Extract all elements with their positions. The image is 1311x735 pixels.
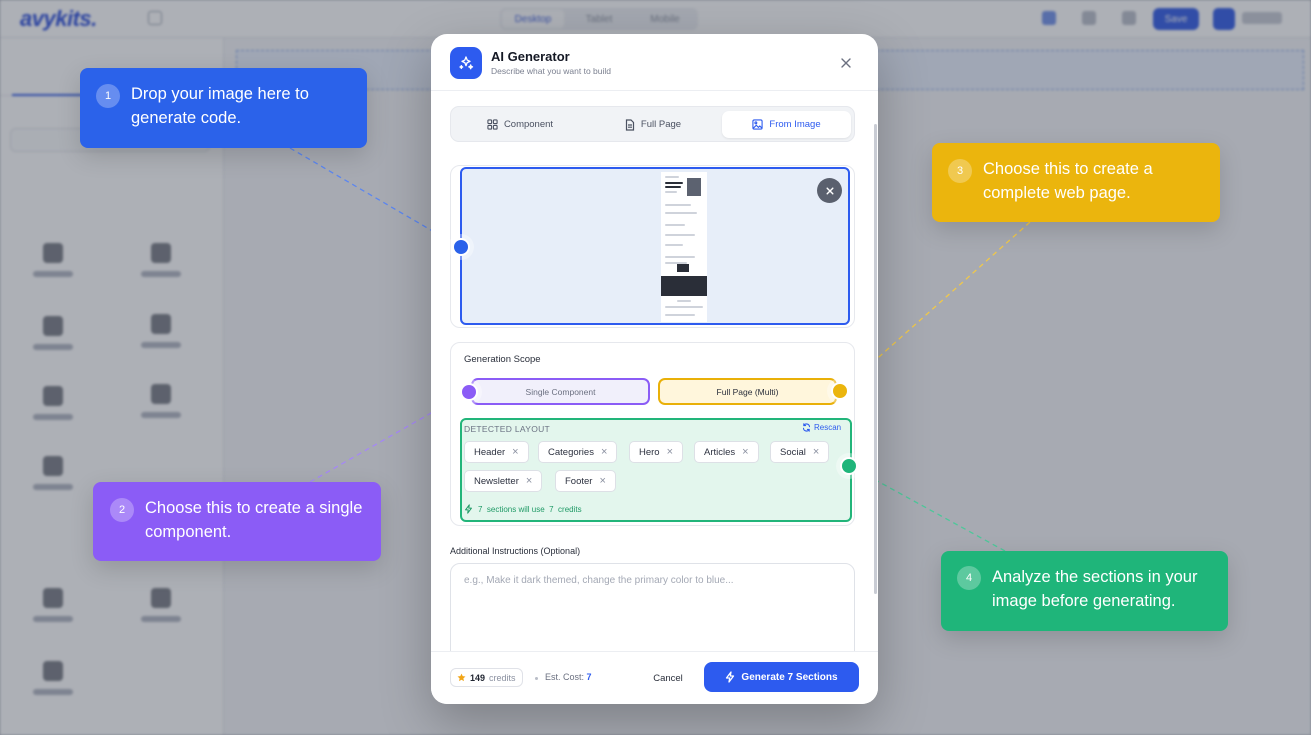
- mode-tabs: Component Full Page From Image: [450, 106, 855, 142]
- uploaded-image-preview: [661, 172, 707, 322]
- section-chip-articles: Articles ×: [694, 441, 759, 463]
- scope-single-component-button[interactable]: Single Component: [471, 378, 650, 405]
- close-icon: [841, 58, 851, 68]
- cancel-button[interactable]: Cancel: [637, 667, 699, 689]
- rescan-button[interactable]: Rescan: [802, 423, 841, 432]
- modal-subtitle: Describe what you want to build: [491, 66, 612, 76]
- credits-note-text: 7 sections will use 7 credits: [478, 504, 582, 514]
- remove-chip-icon[interactable]: ×: [599, 475, 605, 487]
- remove-image-button[interactable]: [817, 178, 842, 203]
- callout-text: Analyze the sections in your image befor…: [992, 568, 1198, 610]
- callout-analyze-sections: 4 Analyze the sections in your image bef…: [941, 551, 1228, 631]
- close-icon: [825, 186, 834, 195]
- tab-component-label: Component: [503, 119, 554, 130]
- est-cost-value: 7: [586, 672, 592, 682]
- callout-number: 4: [957, 566, 981, 590]
- estimated-cost: Est. Cost: 7: [545, 672, 592, 682]
- lightning-icon: [465, 504, 472, 514]
- image-icon: [752, 119, 764, 130]
- tab-from-image-label: From Image: [769, 119, 821, 130]
- section-chip-newsletter: Newsletter ×: [464, 470, 543, 492]
- ai-generator-modal: AI Generator Describe what you want to b…: [431, 34, 878, 704]
- section-chip-header: Header ×: [464, 441, 529, 463]
- instructions-textarea[interactable]: [450, 563, 855, 663]
- callout-number: 1: [96, 84, 120, 108]
- generate-label: Generate 7 Sections: [741, 671, 838, 683]
- credits-unit: credits: [489, 672, 516, 683]
- section-chip-social: Social ×: [770, 441, 830, 463]
- chip-label: Hero: [639, 446, 660, 458]
- star-icon: [457, 673, 466, 682]
- callout-text: Choose this to create a single component…: [145, 499, 363, 541]
- generation-scope-label: Generation Scope: [464, 354, 541, 365]
- modal-scrollbar[interactable]: [874, 124, 877, 594]
- remove-chip-icon[interactable]: ×: [512, 446, 518, 458]
- remove-chip-icon[interactable]: ×: [526, 475, 532, 487]
- remove-chip-icon[interactable]: ×: [742, 446, 748, 458]
- callout-single-component: 2 Choose this to create a single compone…: [93, 482, 381, 561]
- callout-text: Drop your image here to generate code.: [131, 85, 309, 127]
- callout-text: Choose this to create a complete web pag…: [983, 160, 1153, 202]
- chip-label: Articles: [704, 446, 736, 458]
- credits-balance: 149 credits: [450, 668, 523, 687]
- pin-marker-2: [460, 383, 478, 401]
- image-drop-zone[interactable]: [460, 167, 850, 325]
- pin-marker-4: [840, 457, 858, 475]
- modal-header: AI Generator Describe what you want to b…: [431, 34, 878, 91]
- modal-title: AI Generator: [491, 49, 570, 64]
- lightning-icon: [726, 671, 735, 683]
- modal-footer: 149 credits Est. Cost: 7 Cancel Generate…: [431, 651, 878, 704]
- chip-label: Header: [474, 446, 506, 458]
- tab-from-image[interactable]: From Image: [722, 111, 851, 138]
- separator-dot: [535, 677, 538, 680]
- credits-value: 149: [470, 672, 486, 683]
- callout-full-page: 3 Choose this to create a complete web p…: [932, 143, 1220, 222]
- rescan-label: Rescan: [814, 423, 842, 432]
- generate-button[interactable]: Generate 7 Sections: [704, 662, 859, 692]
- est-cost-label: Est. Cost:: [545, 672, 585, 682]
- component-grid-icon: [487, 119, 498, 130]
- tab-full-page[interactable]: Full Page: [588, 111, 718, 138]
- chip-label: Newsletter: [474, 475, 519, 487]
- chip-label: Footer: [565, 475, 593, 487]
- remove-chip-icon[interactable]: ×: [813, 446, 819, 458]
- section-chip-categories: Categories ×: [538, 441, 618, 463]
- tab-full-page-label: Full Page: [640, 119, 682, 130]
- section-chip-footer: Footer ×: [555, 470, 616, 492]
- detected-layout-title: DETECTED LAYOUT: [464, 424, 551, 434]
- remove-chip-icon[interactable]: ×: [601, 446, 607, 458]
- pin-marker-3: [831, 382, 849, 400]
- close-button[interactable]: [837, 54, 855, 72]
- remove-chip-icon[interactable]: ×: [667, 446, 673, 458]
- callout-drop-image: 1 Drop your image here to generate code.: [80, 68, 367, 148]
- scope-full-page-button[interactable]: Full Page (Multi): [658, 378, 837, 405]
- chip-label: Categories: [548, 446, 594, 458]
- instructions-label: Additional Instructions (Optional): [450, 546, 581, 556]
- callout-number: 3: [948, 159, 972, 183]
- pin-marker-1: [452, 238, 470, 256]
- section-chip-hero: Hero ×: [629, 441, 684, 463]
- chip-label: Social: [780, 446, 806, 458]
- callout-number: 2: [110, 498, 134, 522]
- document-icon: [625, 118, 635, 131]
- sections-credit-note: 7 sections will use 7 credits: [464, 504, 582, 514]
- refresh-icon: [802, 423, 811, 432]
- sparkles-icon: [450, 47, 482, 79]
- tab-component[interactable]: Component: [455, 111, 585, 138]
